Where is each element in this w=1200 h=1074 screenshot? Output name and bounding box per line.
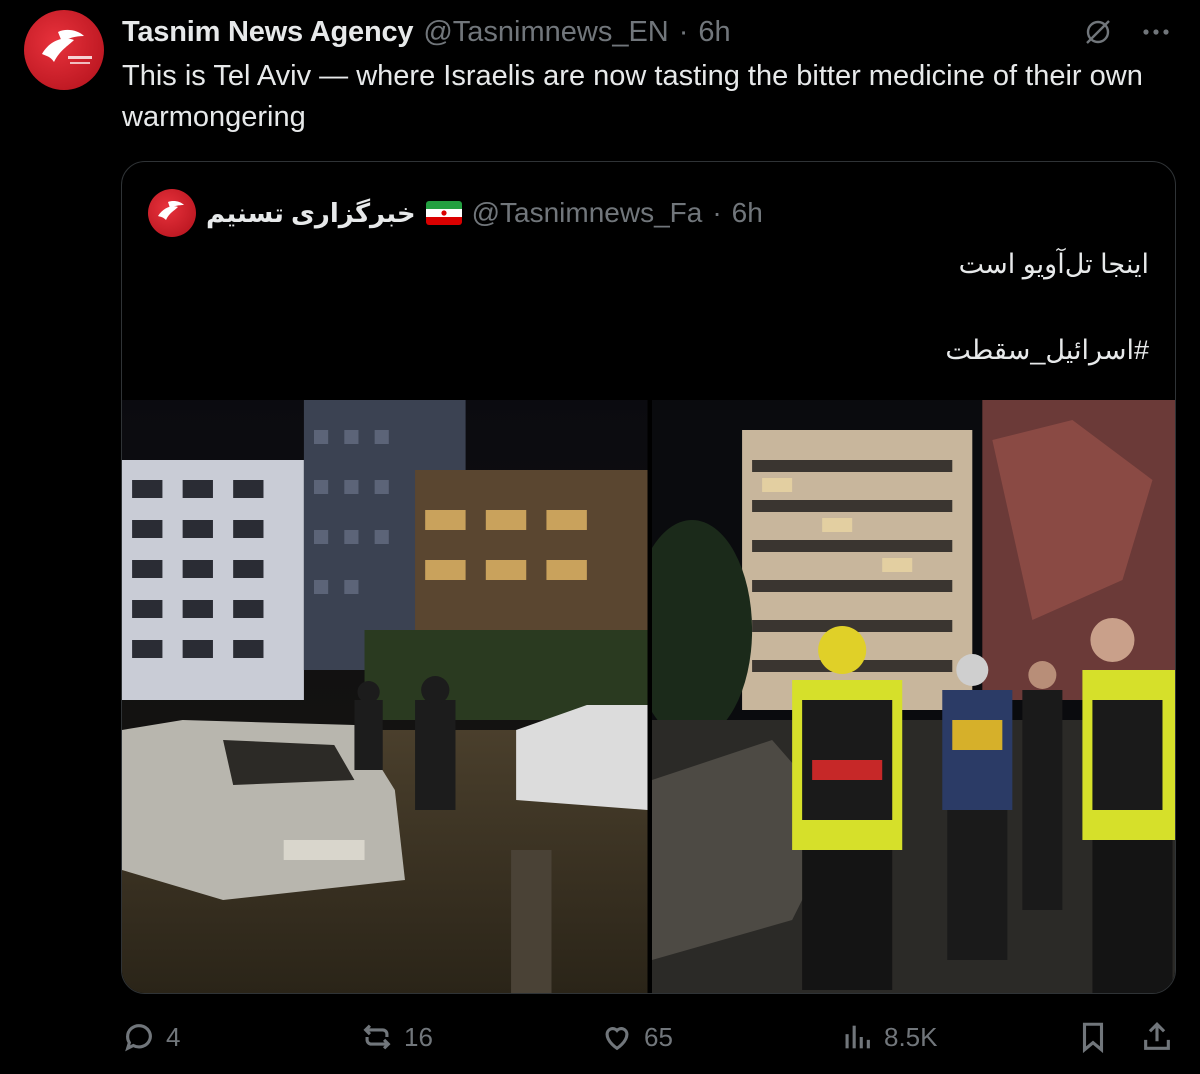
- quoted-time[interactable]: 6h: [732, 197, 763, 229]
- media-grid: [122, 400, 1175, 993]
- retweet-count: 16: [404, 1021, 433, 1052]
- photo-left[interactable]: [122, 400, 648, 993]
- quoted-text: اینجا تل‌آویو است #اسرائیل_سقطت: [249, 242, 1149, 372]
- bookmark-icon: [1082, 1022, 1104, 1054]
- quoted-text-line-1: اینجا تل‌آویو است: [958, 249, 1149, 279]
- quoted-author-handle[interactable]: @Tasnimnews_Fa: [472, 197, 703, 229]
- reply-icon: [125, 1024, 152, 1052]
- quoted-avatar[interactable]: [148, 189, 196, 237]
- author-avatar[interactable]: [24, 10, 104, 90]
- tweet[interactable]: Tasnim News Agency @Tasnimnews_EN · 6h T…: [0, 0, 1200, 1074]
- reply-count: 4: [166, 1021, 181, 1052]
- views-button[interactable]: 8.5K: [840, 1020, 938, 1054]
- tweet-header: Tasnim News Agency @Tasnimnews_EN · 6h: [122, 12, 731, 52]
- like-button[interactable]: 65: [600, 1020, 673, 1054]
- tweet-time[interactable]: 6h: [698, 16, 730, 49]
- views-icon: [845, 1025, 870, 1049]
- iran-flag-icon: [425, 201, 462, 225]
- tweet-actions: 4 16 65 8.5K: [0, 1010, 1200, 1070]
- share-button[interactable]: [1140, 1020, 1174, 1054]
- heart-icon: [605, 1027, 629, 1051]
- bookmark-button[interactable]: [1076, 1020, 1110, 1054]
- tweet-top-icons: [1080, 14, 1174, 50]
- quoted-header: خبرگزاری تسنیم @Tasnimnews_Fa · 6h: [148, 188, 763, 238]
- more-icon[interactable]: [1138, 14, 1174, 50]
- reply-button[interactable]: 4: [122, 1020, 180, 1054]
- author-handle[interactable]: @Tasnimnews_EN: [423, 16, 668, 49]
- quoted-author-name[interactable]: خبرگزاری تسنیم: [206, 198, 416, 229]
- tweet-text: This is Tel Aviv — where Israelis are no…: [122, 60, 1143, 133]
- like-count: 65: [644, 1021, 673, 1052]
- separator-dot: ·: [678, 15, 689, 48]
- retweet-icon: [363, 1024, 391, 1050]
- photo-right[interactable]: [651, 400, 1175, 993]
- share-icon: [1144, 1022, 1170, 1050]
- quoted-tweet[interactable]: خبرگزاری تسنیم @Tasnimnews_Fa · 6h اینجا…: [121, 161, 1176, 994]
- retweet-button[interactable]: 16: [360, 1020, 433, 1054]
- views-count: 8.5K: [884, 1021, 938, 1052]
- author-name[interactable]: Tasnim News Agency: [122, 16, 414, 49]
- quoted-separator-dot: ·: [712, 197, 722, 228]
- quoted-hashtag[interactable]: #اسرائیل_سقطت: [249, 328, 1149, 372]
- grok-icon[interactable]: [1080, 14, 1116, 50]
